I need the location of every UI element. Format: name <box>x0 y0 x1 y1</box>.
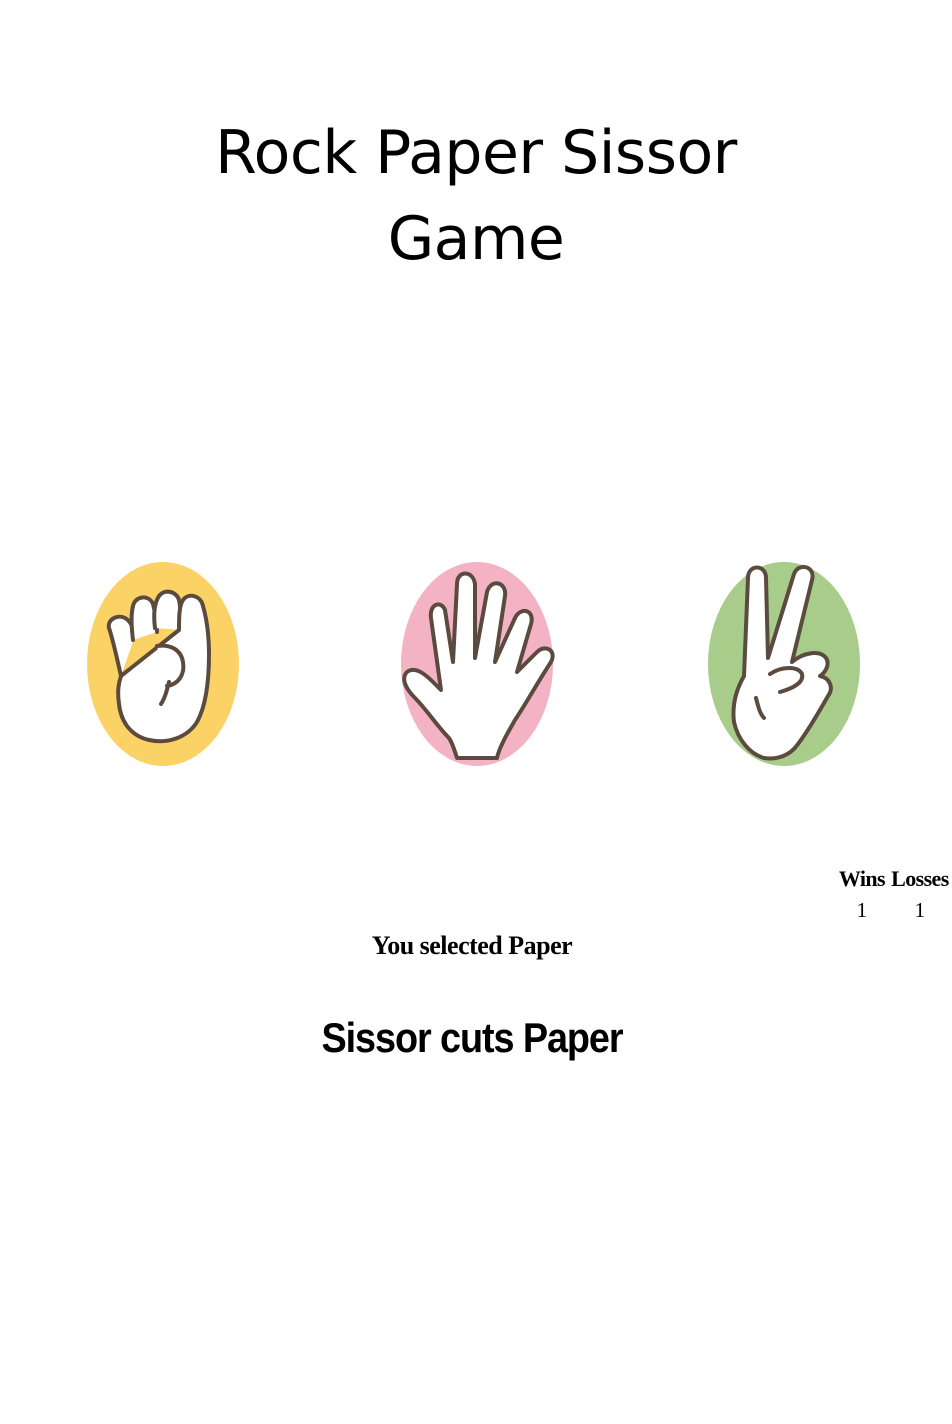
game-title: Rock Paper Sissor Game <box>0 110 952 282</box>
rock-choice-button[interactable] <box>73 558 253 770</box>
losses-label: Losses <box>891 866 949 891</box>
game-title-line1: Rock Paper Sissor <box>215 118 737 188</box>
open-hand-icon <box>401 562 555 766</box>
round-result-text: Sissor cuts Paper <box>321 1014 624 1061</box>
selected-choice-text: You selected Paper <box>371 931 573 960</box>
wins-label: Wins <box>838 866 886 891</box>
losses-count: 1 <box>914 898 926 922</box>
scoreboard: Wins Losses 1 1 <box>836 864 952 926</box>
fist-hand-icon <box>87 562 239 766</box>
wins-count: 1 <box>856 898 868 922</box>
game-title-line2: Game <box>387 204 565 274</box>
scissors-choice-button[interactable] <box>694 558 874 770</box>
peace-sign-hand-icon <box>708 562 860 766</box>
paper-choice-button[interactable] <box>387 558 567 770</box>
